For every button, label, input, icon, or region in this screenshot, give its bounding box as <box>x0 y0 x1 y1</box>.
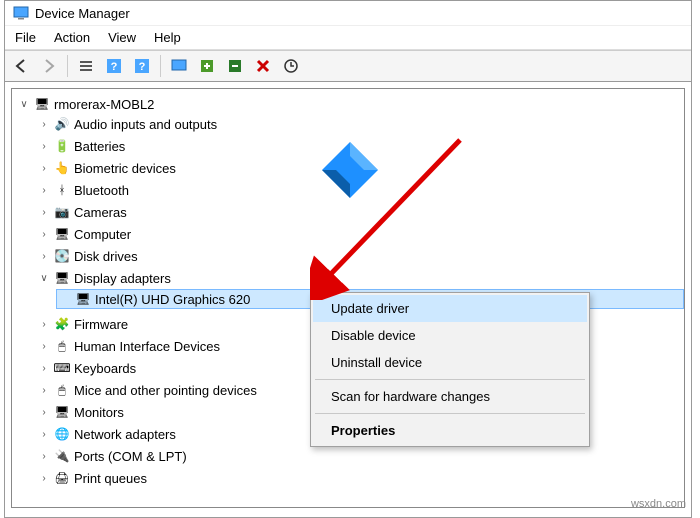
tb-forward-icon <box>37 54 61 78</box>
category-label: Monitors <box>74 405 124 420</box>
gpu-icon: 🖥 <box>75 291 91 307</box>
app-icon <box>13 5 29 21</box>
category-label: Mice and other pointing devices <box>74 383 257 398</box>
tb-help-icon[interactable]: ? <box>102 54 126 78</box>
category-icon: 🖨 <box>54 470 70 486</box>
menubar: File Action View Help <box>5 26 691 50</box>
expand-icon[interactable]: › <box>38 207 50 218</box>
svg-text:?: ? <box>139 61 146 73</box>
root-node[interactable]: ∨ 🖥 rmorerax-MOBL2 <box>16 95 684 113</box>
category-label: Print queues <box>74 471 147 486</box>
device-category-node[interactable]: › 📷 Cameras <box>36 203 684 221</box>
expand-icon[interactable]: › <box>38 141 50 152</box>
tb-list-icon[interactable] <box>74 54 98 78</box>
device-category-node[interactable]: › 💽 Disk drives <box>36 247 684 265</box>
svg-text:?: ? <box>111 61 118 73</box>
ctx-disable-device[interactable]: Disable device <box>313 322 587 349</box>
expand-icon[interactable]: › <box>38 163 50 174</box>
tb-scan-icon[interactable] <box>279 54 303 78</box>
watermark: wsxdn.com <box>631 498 686 510</box>
expand-icon[interactable]: › <box>38 185 50 196</box>
category-label: Disk drives <box>74 249 138 264</box>
category-label: Computer <box>74 227 131 242</box>
ctx-separator <box>315 413 585 414</box>
category-label: Batteries <box>74 139 125 154</box>
ctx-uninstall-device[interactable]: Uninstall device <box>313 349 587 376</box>
tb-delete-icon[interactable] <box>251 54 275 78</box>
expand-icon[interactable]: › <box>38 363 50 374</box>
window-title: Device Manager <box>35 6 130 21</box>
ctx-scan-hardware[interactable]: Scan for hardware changes <box>313 383 587 410</box>
category-label: Ports (COM & LPT) <box>74 449 187 464</box>
expand-icon[interactable]: › <box>38 119 50 130</box>
overlay-logo <box>320 140 380 200</box>
toolbar-separator <box>160 55 161 77</box>
device-category-node[interactable]: › 🔊 Audio inputs and outputs <box>36 115 684 133</box>
category-label: Keyboards <box>74 361 136 376</box>
category-icon: 💽 <box>54 248 70 264</box>
menu-file[interactable]: File <box>15 30 36 45</box>
category-icon: 🔌 <box>54 448 70 464</box>
display-adapters-label: Display adapters <box>74 271 171 286</box>
expand-icon[interactable]: › <box>38 451 50 462</box>
category-icon: 🌐 <box>54 426 70 442</box>
tb-help2-icon[interactable]: ? <box>130 54 154 78</box>
no-expander <box>59 294 71 305</box>
category-icon: 🖱 <box>54 382 70 398</box>
category-label: Cameras <box>74 205 127 220</box>
category-label: Audio inputs and outputs <box>74 117 217 132</box>
category-icon: 🔋 <box>54 138 70 154</box>
graphics-device-label: Intel(R) UHD Graphics 620 <box>95 292 250 307</box>
titlebar: Device Manager <box>5 1 691 26</box>
expand-icon[interactable]: › <box>38 251 50 262</box>
category-label: Biometric devices <box>74 161 176 176</box>
tb-update-icon[interactable] <box>195 54 219 78</box>
device-category-node[interactable]: › 🖥 Computer <box>36 225 684 243</box>
ctx-separator <box>315 379 585 380</box>
device-category-node[interactable]: › 🖨 Print queues <box>36 469 684 487</box>
category-label: Human Interface Devices <box>74 339 220 354</box>
menu-action[interactable]: Action <box>54 30 90 45</box>
category-icon: 🖥 <box>54 226 70 242</box>
category-label: Bluetooth <box>74 183 129 198</box>
category-icon: 👆 <box>54 160 70 176</box>
category-icon: ⌨ <box>54 360 70 376</box>
collapse-icon[interactable]: ∨ <box>38 273 50 284</box>
expand-icon[interactable]: › <box>38 407 50 418</box>
computer-icon: 🖥 <box>34 96 50 112</box>
tb-back-icon[interactable] <box>9 54 33 78</box>
expand-icon[interactable]: › <box>38 319 50 330</box>
category-icon: 🖱 <box>54 338 70 354</box>
tb-monitor-icon[interactable] <box>167 54 191 78</box>
root-label: rmorerax-MOBL2 <box>54 97 154 112</box>
expand-icon[interactable]: › <box>38 429 50 440</box>
ctx-properties[interactable]: Properties <box>313 417 587 444</box>
category-icon: 🔊 <box>54 116 70 132</box>
category-label: Network adapters <box>74 427 176 442</box>
display-adapter-icon: 🖥 <box>54 270 70 286</box>
display-adapters-node[interactable]: ∨ 🖥 Display adapters <box>36 269 684 287</box>
menu-help[interactable]: Help <box>154 30 181 45</box>
toolbar-separator <box>67 55 68 77</box>
category-icon: 🧩 <box>54 316 70 332</box>
device-category-node[interactable]: › 🔌 Ports (COM & LPT) <box>36 447 684 465</box>
expand-icon[interactable]: › <box>38 473 50 484</box>
category-label: Firmware <box>74 317 128 332</box>
context-menu: Update driver Disable device Uninstall d… <box>310 292 590 447</box>
category-icon: 🖥 <box>54 404 70 420</box>
expand-icon[interactable]: › <box>38 229 50 240</box>
tb-disable-icon[interactable] <box>223 54 247 78</box>
collapse-icon[interactable]: ∨ <box>18 99 30 110</box>
expand-icon[interactable]: › <box>38 385 50 396</box>
menu-view[interactable]: View <box>108 30 136 45</box>
category-icon: ᚼ <box>54 182 70 198</box>
ctx-update-driver[interactable]: Update driver <box>313 295 587 322</box>
expand-icon[interactable]: › <box>38 341 50 352</box>
toolbar: ? ? <box>5 50 691 82</box>
category-icon: 📷 <box>54 204 70 220</box>
